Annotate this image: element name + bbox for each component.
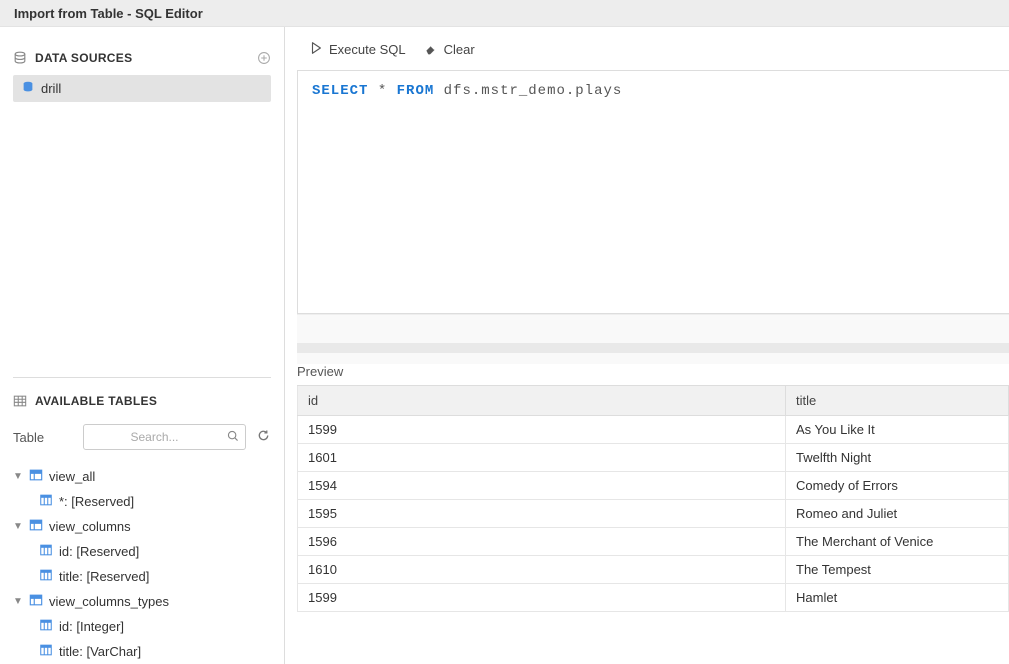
data-source-list: drill	[13, 75, 271, 102]
tree-node-view-columns-types[interactable]: ▼ view_columns_types	[13, 589, 271, 614]
table-cell: The Merchant of Venice	[786, 528, 1009, 556]
clear-label: Clear	[444, 42, 475, 57]
column-icon	[39, 568, 53, 585]
column-header-id[interactable]: id	[298, 386, 786, 416]
available-tables-heading: AVAILABLE TABLES	[35, 394, 157, 408]
spacer	[13, 102, 271, 367]
table-header-row: id title	[298, 386, 1009, 416]
database-icon	[21, 80, 35, 97]
tree-label: title: [Reserved]	[59, 569, 149, 584]
left-panel: DATA SOURCES drill AVAILABLE TABLES	[0, 27, 285, 664]
table-cell: 1601	[298, 444, 786, 472]
tree-node-view-all[interactable]: ▼ view_all	[13, 464, 271, 489]
tree-leaf[interactable]: title: [Reserved]	[13, 564, 271, 589]
add-data-source-button[interactable]	[257, 51, 271, 65]
tree-label: *: [Reserved]	[59, 494, 134, 509]
column-header-title[interactable]: title	[786, 386, 1009, 416]
chevron-down-icon: ▼	[13, 521, 23, 532]
chevron-down-icon: ▼	[13, 471, 23, 482]
chevron-down-icon: ▼	[13, 596, 23, 607]
refresh-button[interactable]	[256, 428, 271, 446]
table-icon	[29, 518, 43, 535]
table-cell: As You Like It	[786, 416, 1009, 444]
play-icon	[309, 41, 323, 58]
data-source-label: drill	[41, 81, 61, 96]
tables-tree: ▼ view_all *: [Reserved] ▼ view_columns …	[13, 464, 271, 664]
data-sources-heading: DATA SOURCES	[35, 51, 132, 65]
tree-leaf[interactable]: title: [VarChar]	[13, 639, 271, 664]
table-cell: 1599	[298, 584, 786, 612]
table-grid-icon	[13, 394, 27, 408]
splitter[interactable]	[297, 314, 1009, 364]
table-row[interactable]: 1610The Tempest	[298, 556, 1009, 584]
tree-node-view-columns[interactable]: ▼ view_columns	[13, 514, 271, 539]
column-icon	[39, 493, 53, 510]
eraser-icon	[424, 41, 438, 58]
table-row[interactable]: 1595Romeo and Juliet	[298, 500, 1009, 528]
database-icon	[13, 51, 27, 65]
tree-label: view_all	[49, 469, 95, 484]
tree-label: id: [Integer]	[59, 619, 124, 634]
execute-sql-button[interactable]: Execute SQL	[309, 41, 406, 58]
window-title-bar: Import from Table - SQL Editor	[0, 0, 1009, 27]
table-cell: Comedy of Errors	[786, 472, 1009, 500]
main-layout: DATA SOURCES drill AVAILABLE TABLES	[0, 27, 1009, 664]
tree-label: title: [VarChar]	[59, 644, 141, 659]
table-cell: Hamlet	[786, 584, 1009, 612]
column-icon	[39, 643, 53, 660]
available-tables-section: AVAILABLE TABLES Table ▼ view	[13, 377, 271, 664]
tree-leaf[interactable]: id: [Integer]	[13, 614, 271, 639]
tree-label: view_columns_types	[49, 594, 169, 609]
column-icon	[39, 618, 53, 635]
table-cell: 1596	[298, 528, 786, 556]
sql-star: *	[378, 83, 387, 99]
tree-label: id: [Reserved]	[59, 544, 139, 559]
table-icon	[29, 593, 43, 610]
table-cell: 1610	[298, 556, 786, 584]
table-icon	[29, 468, 43, 485]
table-cell: The Tempest	[786, 556, 1009, 584]
tree-label: view_columns	[49, 519, 131, 534]
sql-table-ref: dfs.mstr_demo.plays	[444, 83, 623, 99]
sql-editor[interactable]: SELECT * FROM dfs.mstr_demo.plays	[297, 70, 1009, 314]
table-row[interactable]: 1596The Merchant of Venice	[298, 528, 1009, 556]
search-input[interactable]	[83, 424, 246, 450]
preview-label: Preview	[285, 364, 1009, 385]
table-search-box	[83, 424, 246, 450]
column-icon	[39, 543, 53, 560]
available-tables-header: AVAILABLE TABLES	[13, 380, 271, 416]
data-sources-header: DATA SOURCES	[13, 37, 271, 73]
data-source-item-drill[interactable]: drill	[13, 75, 271, 102]
table-cell: 1599	[298, 416, 786, 444]
execute-label: Execute SQL	[329, 42, 406, 57]
table-row[interactable]: 1599As You Like It	[298, 416, 1009, 444]
toolbar: Execute SQL Clear	[285, 27, 1009, 66]
table-cell: 1595	[298, 500, 786, 528]
tables-search-row: Table	[13, 424, 271, 450]
sql-keyword-from: FROM	[397, 83, 435, 99]
right-panel: Execute SQL Clear SELECT * FROM dfs.mstr…	[285, 27, 1009, 664]
table-row[interactable]: 1594Comedy of Errors	[298, 472, 1009, 500]
tree-leaf[interactable]: *: [Reserved]	[13, 489, 271, 514]
tree-leaf[interactable]: id: [Reserved]	[13, 539, 271, 564]
table-search-label: Table	[13, 430, 73, 445]
table-cell: Romeo and Juliet	[786, 500, 1009, 528]
preview-table: id title 1599As You Like It1601Twelfth N…	[297, 385, 1009, 612]
table-cell: 1594	[298, 472, 786, 500]
clear-button[interactable]: Clear	[424, 41, 475, 58]
table-row[interactable]: 1601Twelfth Night	[298, 444, 1009, 472]
table-row[interactable]: 1599Hamlet	[298, 584, 1009, 612]
window-title: Import from Table - SQL Editor	[14, 6, 203, 21]
sql-keyword-select: SELECT	[312, 83, 368, 99]
table-cell: Twelfth Night	[786, 444, 1009, 472]
